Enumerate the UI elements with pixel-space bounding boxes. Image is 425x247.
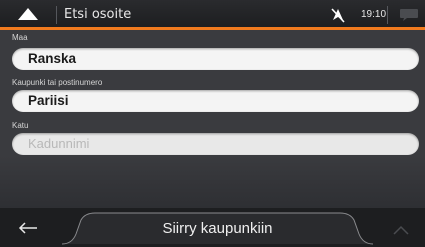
navigation-arrow-icon xyxy=(18,8,38,20)
back-arrow-icon xyxy=(18,222,37,234)
city-field[interactable]: Pariisi xyxy=(12,90,419,112)
street-label: Katu xyxy=(12,121,29,130)
gps-off-icon xyxy=(331,8,345,23)
back-button[interactable] xyxy=(0,208,60,247)
clock: 19:10 xyxy=(361,9,387,20)
go-to-city-button[interactable]: Siirry kaupunkiin xyxy=(60,212,375,245)
up-button[interactable] xyxy=(375,208,425,247)
title-bar: Etsi osoite 19:10 xyxy=(0,0,425,30)
divider xyxy=(56,6,57,24)
street-field[interactable]: Kadunnimi xyxy=(12,133,419,155)
divider xyxy=(387,6,388,24)
country-label: Maa xyxy=(12,33,28,42)
message-icon[interactable] xyxy=(399,8,419,22)
empty-area xyxy=(0,156,425,208)
up-arrow-icon xyxy=(393,225,409,235)
city-label: Kaupunki tai postinumero xyxy=(12,78,103,87)
country-field[interactable]: Ranska xyxy=(12,48,419,70)
page-title: Etsi osoite xyxy=(64,7,132,22)
bottom-bar: Siirry kaupunkiin xyxy=(0,208,425,247)
